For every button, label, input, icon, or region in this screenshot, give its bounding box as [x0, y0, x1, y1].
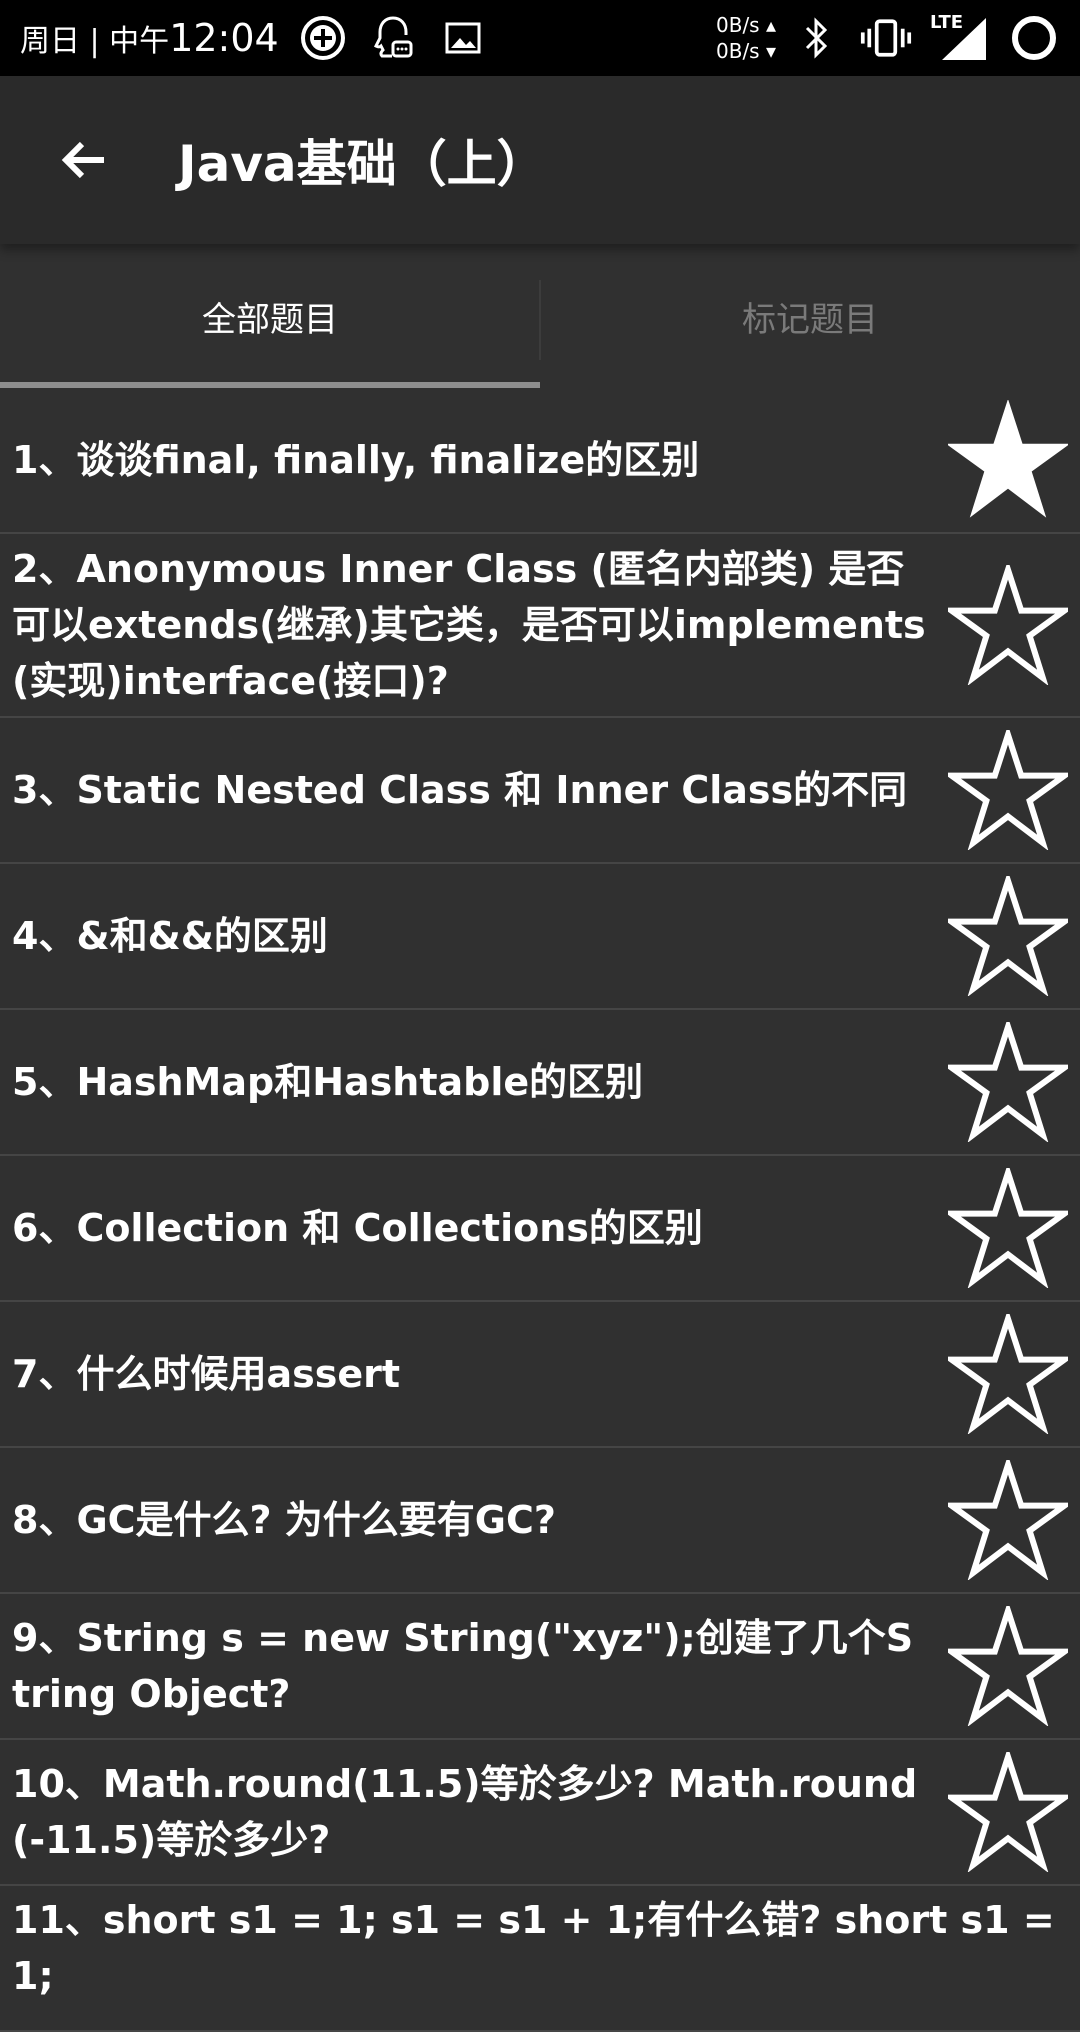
- star-outline-icon[interactable]: [948, 1460, 1068, 1580]
- battery-ring-icon: [1008, 12, 1060, 64]
- star-outline-icon[interactable]: [948, 876, 1068, 996]
- image-icon: [437, 12, 489, 64]
- star-outline-icon[interactable]: [948, 1168, 1068, 1288]
- tab-divider: [539, 280, 541, 360]
- qq-icon: [367, 12, 419, 64]
- question-row-6[interactable]: 6、Collection 和 Collections的区别: [0, 1156, 1080, 1302]
- lte-signal-icon: LTE: [930, 12, 990, 64]
- star-outline-icon[interactable]: [948, 730, 1068, 850]
- page-title: Java基础（上）: [178, 135, 547, 193]
- vibrate-icon: [860, 12, 912, 64]
- status-date-label: 周日 | 中午: [20, 24, 170, 59]
- question-text: 8、GC是什么? 为什么要有GC?: [12, 1498, 556, 1542]
- question-text: 1、谈谈final, finally, finalize的区别: [12, 438, 700, 482]
- bluetooth-icon: [790, 12, 842, 64]
- question-row-5[interactable]: 5、HashMap和Hashtable的区别: [0, 1010, 1080, 1156]
- question-row-9[interactable]: 9、String s = new String("xyz");创建了几个Stri…: [0, 1594, 1080, 1740]
- network-type-label: LTE: [930, 12, 964, 33]
- app-bar: Java基础（上）: [0, 76, 1080, 244]
- star-outline-icon[interactable]: [948, 565, 1068, 685]
- back-button[interactable]: [34, 110, 134, 210]
- question-text: 6、Collection 和 Collections的区别: [12, 1206, 703, 1250]
- question-row-7[interactable]: 7、什么时候用assert: [0, 1302, 1080, 1448]
- question-text: 2、Anonymous Inner Class (匿名内部类) 是否可以exte…: [12, 547, 926, 703]
- question-row-10[interactable]: 10、Math.round(11.5)等於多少? Math.round(-11.…: [0, 1740, 1080, 1886]
- tab-label: 全部题目: [202, 299, 338, 340]
- upload-speed: 0B/s ▴: [716, 13, 776, 37]
- star-outline-icon[interactable]: [948, 1314, 1068, 1434]
- tab-all-questions[interactable]: 全部题目: [0, 244, 540, 388]
- star-outline-icon[interactable]: [948, 1022, 1068, 1142]
- star-outline-icon[interactable]: [948, 1606, 1068, 1726]
- star-filled-icon[interactable]: [948, 400, 1068, 520]
- question-row-2[interactable]: 2、Anonymous Inner Class (匿名内部类) 是否可以exte…: [0, 534, 1080, 718]
- question-row-11[interactable]: 11、short s1 = 1; s1 = s1 + 1;有什么错? short…: [0, 1886, 1080, 2032]
- question-text: 7、什么时候用assert: [12, 1352, 400, 1396]
- question-text: 10、Math.round(11.5)等於多少? Math.round(-11.…: [12, 1762, 918, 1862]
- download-speed: 0B/s ▾: [716, 39, 776, 63]
- arrow-left-icon: [61, 141, 104, 179]
- network-speed: 0B/s ▴ 0B/s ▾: [716, 12, 776, 64]
- star-outline-icon[interactable]: [948, 1752, 1068, 1872]
- status-bar: 周日 | 中午12:04 0B/s ▴ 0B/s ▾ LTE: [0, 0, 1080, 76]
- question-text: 5、HashMap和Hashtable的区别: [12, 1060, 644, 1104]
- status-clock: 周日 | 中午12:04: [20, 16, 279, 60]
- question-text: 9、String s = new String("xyz");创建了几个Stri…: [12, 1616, 914, 1716]
- add-circle-icon: [297, 12, 349, 64]
- question-text: 11、short s1 = 1; s1 = s1 + 1;有什么错? short…: [12, 1898, 1055, 1998]
- question-row-1[interactable]: 1、谈谈final, finally, finalize的区别: [0, 388, 1080, 534]
- question-text: 3、Static Nested Class 和 Inner Class的不同: [12, 768, 908, 812]
- tab-label: 标记题目: [742, 299, 878, 340]
- tab-marked-questions[interactable]: 标记题目: [540, 244, 1080, 388]
- question-text: 4、&和&&的区别: [12, 914, 328, 958]
- status-right-group: 0B/s ▴ 0B/s ▾ LTE: [716, 12, 1060, 64]
- question-row-4[interactable]: 4、&和&&的区别: [0, 864, 1080, 1010]
- question-row-8[interactable]: 8、GC是什么? 为什么要有GC?: [0, 1448, 1080, 1594]
- tab-bar: 全部题目 标记题目: [0, 244, 1080, 388]
- question-list: 1、谈谈final, finally, finalize的区别 2、Anonym…: [0, 388, 1080, 2032]
- status-time-value: 12:04: [169, 16, 279, 60]
- question-row-3[interactable]: 3、Static Nested Class 和 Inner Class的不同: [0, 718, 1080, 864]
